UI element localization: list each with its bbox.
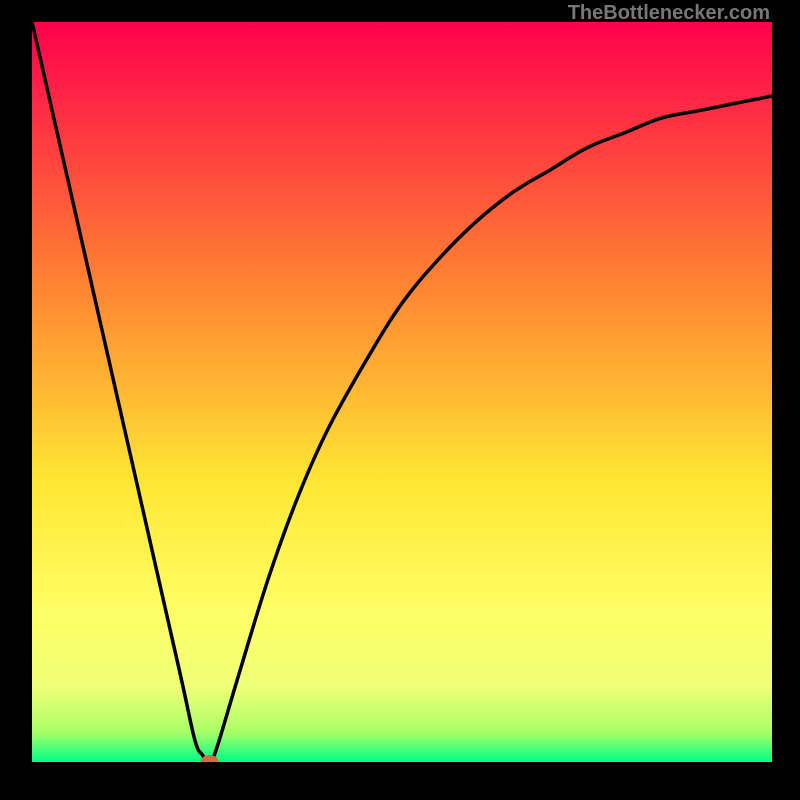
gradient-rect	[32, 22, 772, 762]
gradient-background	[32, 22, 772, 762]
chart-frame: TheBottlenecker.com	[0, 0, 800, 800]
plot-area	[32, 22, 772, 762]
